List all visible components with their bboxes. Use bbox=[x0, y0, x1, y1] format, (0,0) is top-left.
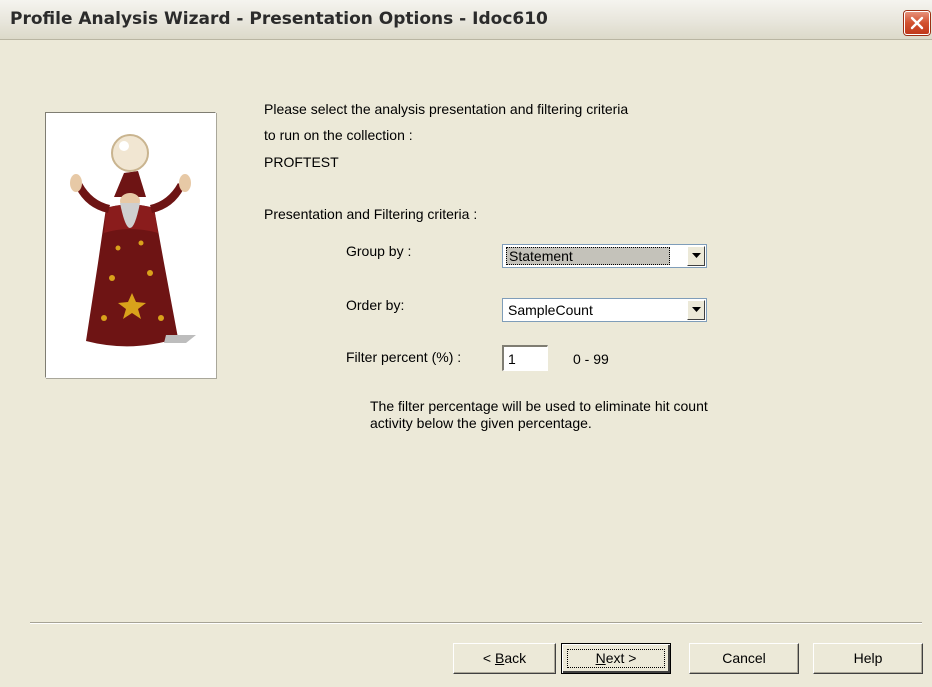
back-button[interactable]: < Back bbox=[453, 643, 556, 674]
filter-percent-value: 1 bbox=[508, 351, 516, 367]
cancel-button[interactable]: Cancel bbox=[689, 643, 799, 674]
button-separator bbox=[30, 622, 922, 624]
collection-name: PROFTEST bbox=[264, 154, 339, 170]
group-by-label: Group by : bbox=[346, 243, 412, 259]
order-by-select[interactable]: SampleCount bbox=[502, 298, 707, 322]
close-x-icon bbox=[910, 16, 924, 30]
back-button-label: < Back bbox=[482, 650, 527, 666]
section-label: Presentation and Filtering criteria : bbox=[264, 206, 478, 222]
wizard-image-frame bbox=[45, 112, 216, 378]
order-by-value: SampleCount bbox=[508, 302, 593, 318]
group-by-value: Statement bbox=[506, 247, 670, 265]
wizard-window: Profile Analysis Wizard - Presentation O… bbox=[0, 0, 932, 687]
help-button[interactable]: Help bbox=[813, 643, 923, 674]
help-button-label: Help bbox=[853, 650, 883, 666]
filter-note-line-2: activity below the given percentage. bbox=[370, 415, 592, 431]
order-by-dropdown-button[interactable] bbox=[687, 300, 705, 320]
cancel-button-label: Cancel bbox=[722, 650, 766, 666]
group-by-dropdown-button[interactable] bbox=[687, 246, 705, 266]
chevron-down-icon bbox=[692, 253, 701, 258]
filter-percent-input[interactable]: 1 bbox=[502, 345, 548, 371]
filter-note-line-1: The filter percentage will be used to el… bbox=[370, 398, 708, 414]
chevron-down-icon bbox=[692, 307, 701, 312]
intro-line-2: to run on the collection : bbox=[264, 127, 413, 143]
wizard-illustration bbox=[70, 134, 196, 347]
order-by-label: Order by: bbox=[346, 297, 405, 313]
close-button[interactable] bbox=[904, 11, 930, 35]
filter-percent-label: Filter percent (%) : bbox=[346, 349, 462, 365]
title-bar[interactable]: Profile Analysis Wizard - Presentation O… bbox=[0, 0, 932, 40]
filter-range-hint: 0 - 99 bbox=[573, 351, 609, 367]
next-button[interactable]: Next > bbox=[561, 643, 671, 674]
window-title: Profile Analysis Wizard - Presentation O… bbox=[10, 9, 548, 29]
focus-rectangle bbox=[567, 649, 665, 668]
intro-line-1: Please select the analysis presentation … bbox=[264, 101, 629, 117]
group-by-select[interactable]: Statement bbox=[502, 244, 707, 268]
